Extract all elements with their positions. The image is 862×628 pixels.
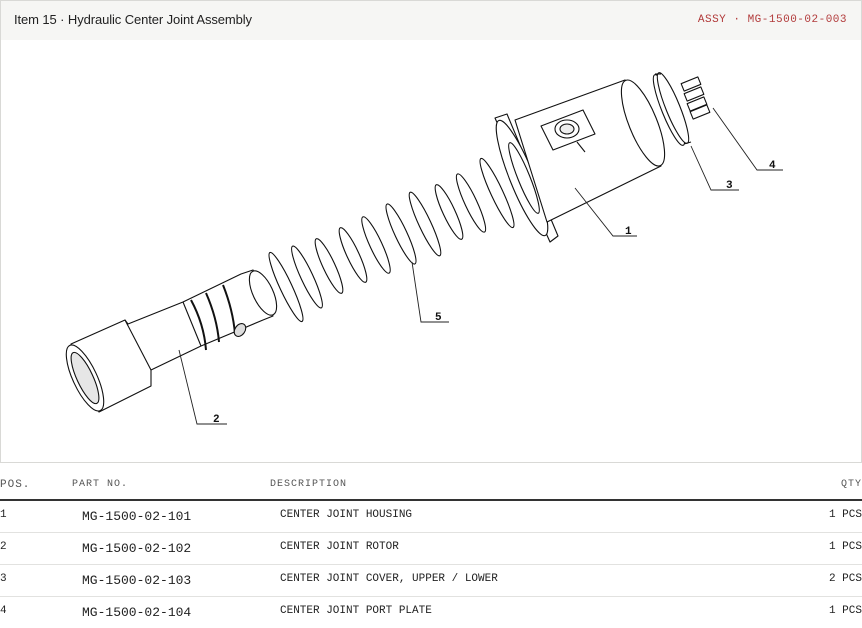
table-row: 4 MG-1500-02-104 CENTER JOINT PORT PLATE…	[0, 597, 862, 628]
row-part-no: MG-1500-02-104	[82, 605, 192, 620]
rotor-part	[65, 269, 278, 413]
page-title: Item 15 · Hydraulic Center Joint Assembl…	[14, 12, 252, 27]
row-pos: 3	[0, 573, 7, 585]
row-description: CENTER JOINT ROTOR	[280, 541, 399, 553]
housing-part	[494, 79, 666, 243]
row-description: CENTER JOINT PORT PLATE	[280, 605, 432, 617]
parts-list-table: POS. PART NO. DESCRIPTION QTY 1 MG-1500-…	[0, 476, 862, 628]
row-part-no: MG-1500-02-103	[82, 573, 192, 588]
table-header: POS. PART NO. DESCRIPTION QTY	[0, 476, 862, 501]
row-qty: 1 PCS	[828, 509, 862, 521]
row-part-no: MG-1500-02-102	[82, 541, 192, 556]
callout-2: 2	[213, 414, 220, 426]
row-description: CENTER JOINT COVER, UPPER / LOWER	[280, 573, 498, 585]
row-qty: 2 PCS	[828, 573, 862, 585]
callout-3: 3	[726, 180, 733, 192]
assembly-number: ASSY · MG-1500-02-003	[697, 14, 847, 26]
row-pos: 4	[0, 605, 7, 617]
header-part-no: PART NO.	[72, 479, 129, 490]
row-pos: 1	[0, 509, 7, 521]
table-row: 3 MG-1500-02-103 CENTER JOINT COVER, UPP…	[0, 565, 862, 597]
callout-1: 1	[625, 226, 632, 238]
seal-rings	[268, 157, 515, 323]
header-qty: QTY	[840, 479, 862, 490]
row-qty: 1 PCS	[828, 605, 862, 617]
row-pos: 2	[0, 541, 7, 553]
leader-line-5	[411, 261, 449, 323]
row-description: CENTER JOINT HOUSING	[280, 509, 413, 521]
row-qty: 1 PCS	[828, 541, 862, 553]
exploded-view-svg: 1 2 3 4 5	[65, 72, 783, 426]
callout-5: 5	[435, 312, 442, 324]
callout-4: 4	[769, 160, 776, 172]
exploded-view-drawing: 1 2 3 4 5	[0, 40, 862, 463]
header-pos: POS.	[0, 479, 31, 491]
port-plate-bolts	[680, 76, 711, 120]
header-description: DESCRIPTION	[270, 479, 348, 490]
leader-line-2	[178, 349, 227, 425]
title-bar: Item 15 · Hydraulic Center Joint Assembl…	[0, 0, 862, 41]
table-row: 1 MG-1500-02-101 CENTER JOINT HOUSING 1 …	[0, 501, 862, 533]
table-row: 2 MG-1500-02-102 CENTER JOINT ROTOR 1 PC…	[0, 533, 862, 565]
row-part-no: MG-1500-02-101	[82, 509, 192, 524]
